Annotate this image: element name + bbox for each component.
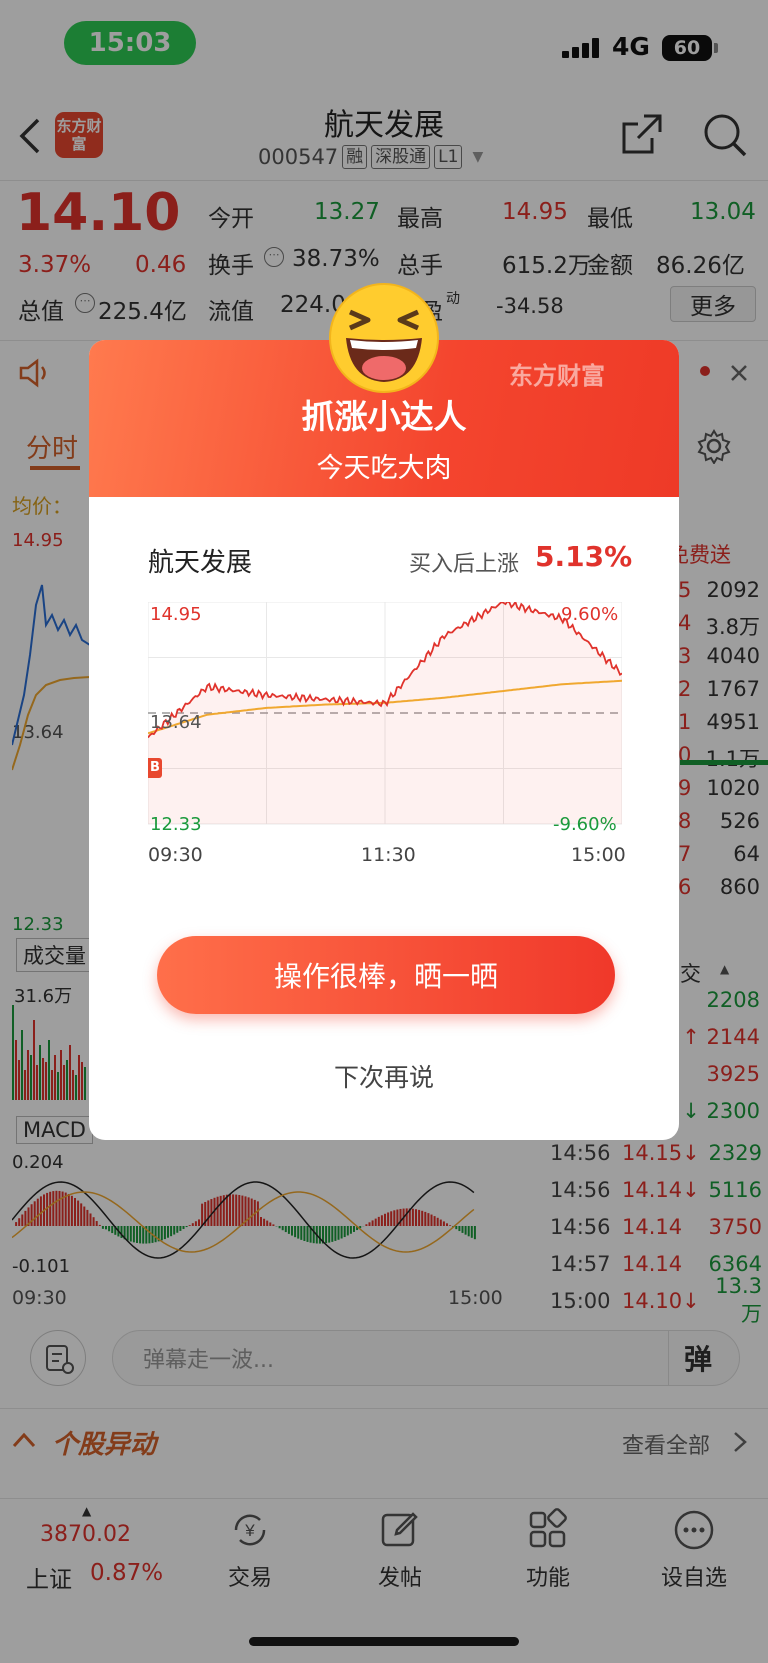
dismiss-later-button[interactable]: 下次再说 bbox=[89, 1058, 679, 1094]
modal-time-start: 09:30 bbox=[148, 844, 203, 866]
modal-brand-watermark: 东方财富 bbox=[509, 362, 605, 390]
modal-intraday-chart bbox=[148, 602, 622, 825]
modal-title: 抓涨小达人 bbox=[301, 397, 467, 436]
modal-chart-low: 12.33 bbox=[150, 814, 202, 835]
modal-pct-high: 9.60% bbox=[561, 604, 619, 625]
modal-time-end: 15:00 bbox=[571, 844, 626, 866]
modal-gain-value: 5.13% bbox=[535, 540, 633, 573]
buy-marker: B bbox=[148, 758, 162, 778]
share-result-button[interactable]: 操作很棒，晒一晒 bbox=[157, 936, 615, 1014]
home-indicator bbox=[249, 1637, 519, 1646]
modal-time-mid: 11:30 bbox=[361, 844, 416, 866]
modal-pct-low: -9.60% bbox=[553, 814, 617, 835]
achievement-modal: 东方财富 抓涨小达人 今天吃大肉 航天发展 买入后上涨 5.13% 14.95 … bbox=[89, 340, 679, 1140]
modal-gain-label: 买入后上涨 bbox=[409, 552, 520, 577]
modal-subtitle: 今天吃大肉 bbox=[316, 453, 452, 484]
modal-chart-mid: 13.64 bbox=[150, 712, 202, 733]
laughing-emoji-icon bbox=[329, 283, 439, 393]
modal-chart-high: 14.95 bbox=[150, 604, 202, 625]
modal-stock-name: 航天发展 bbox=[148, 548, 253, 578]
